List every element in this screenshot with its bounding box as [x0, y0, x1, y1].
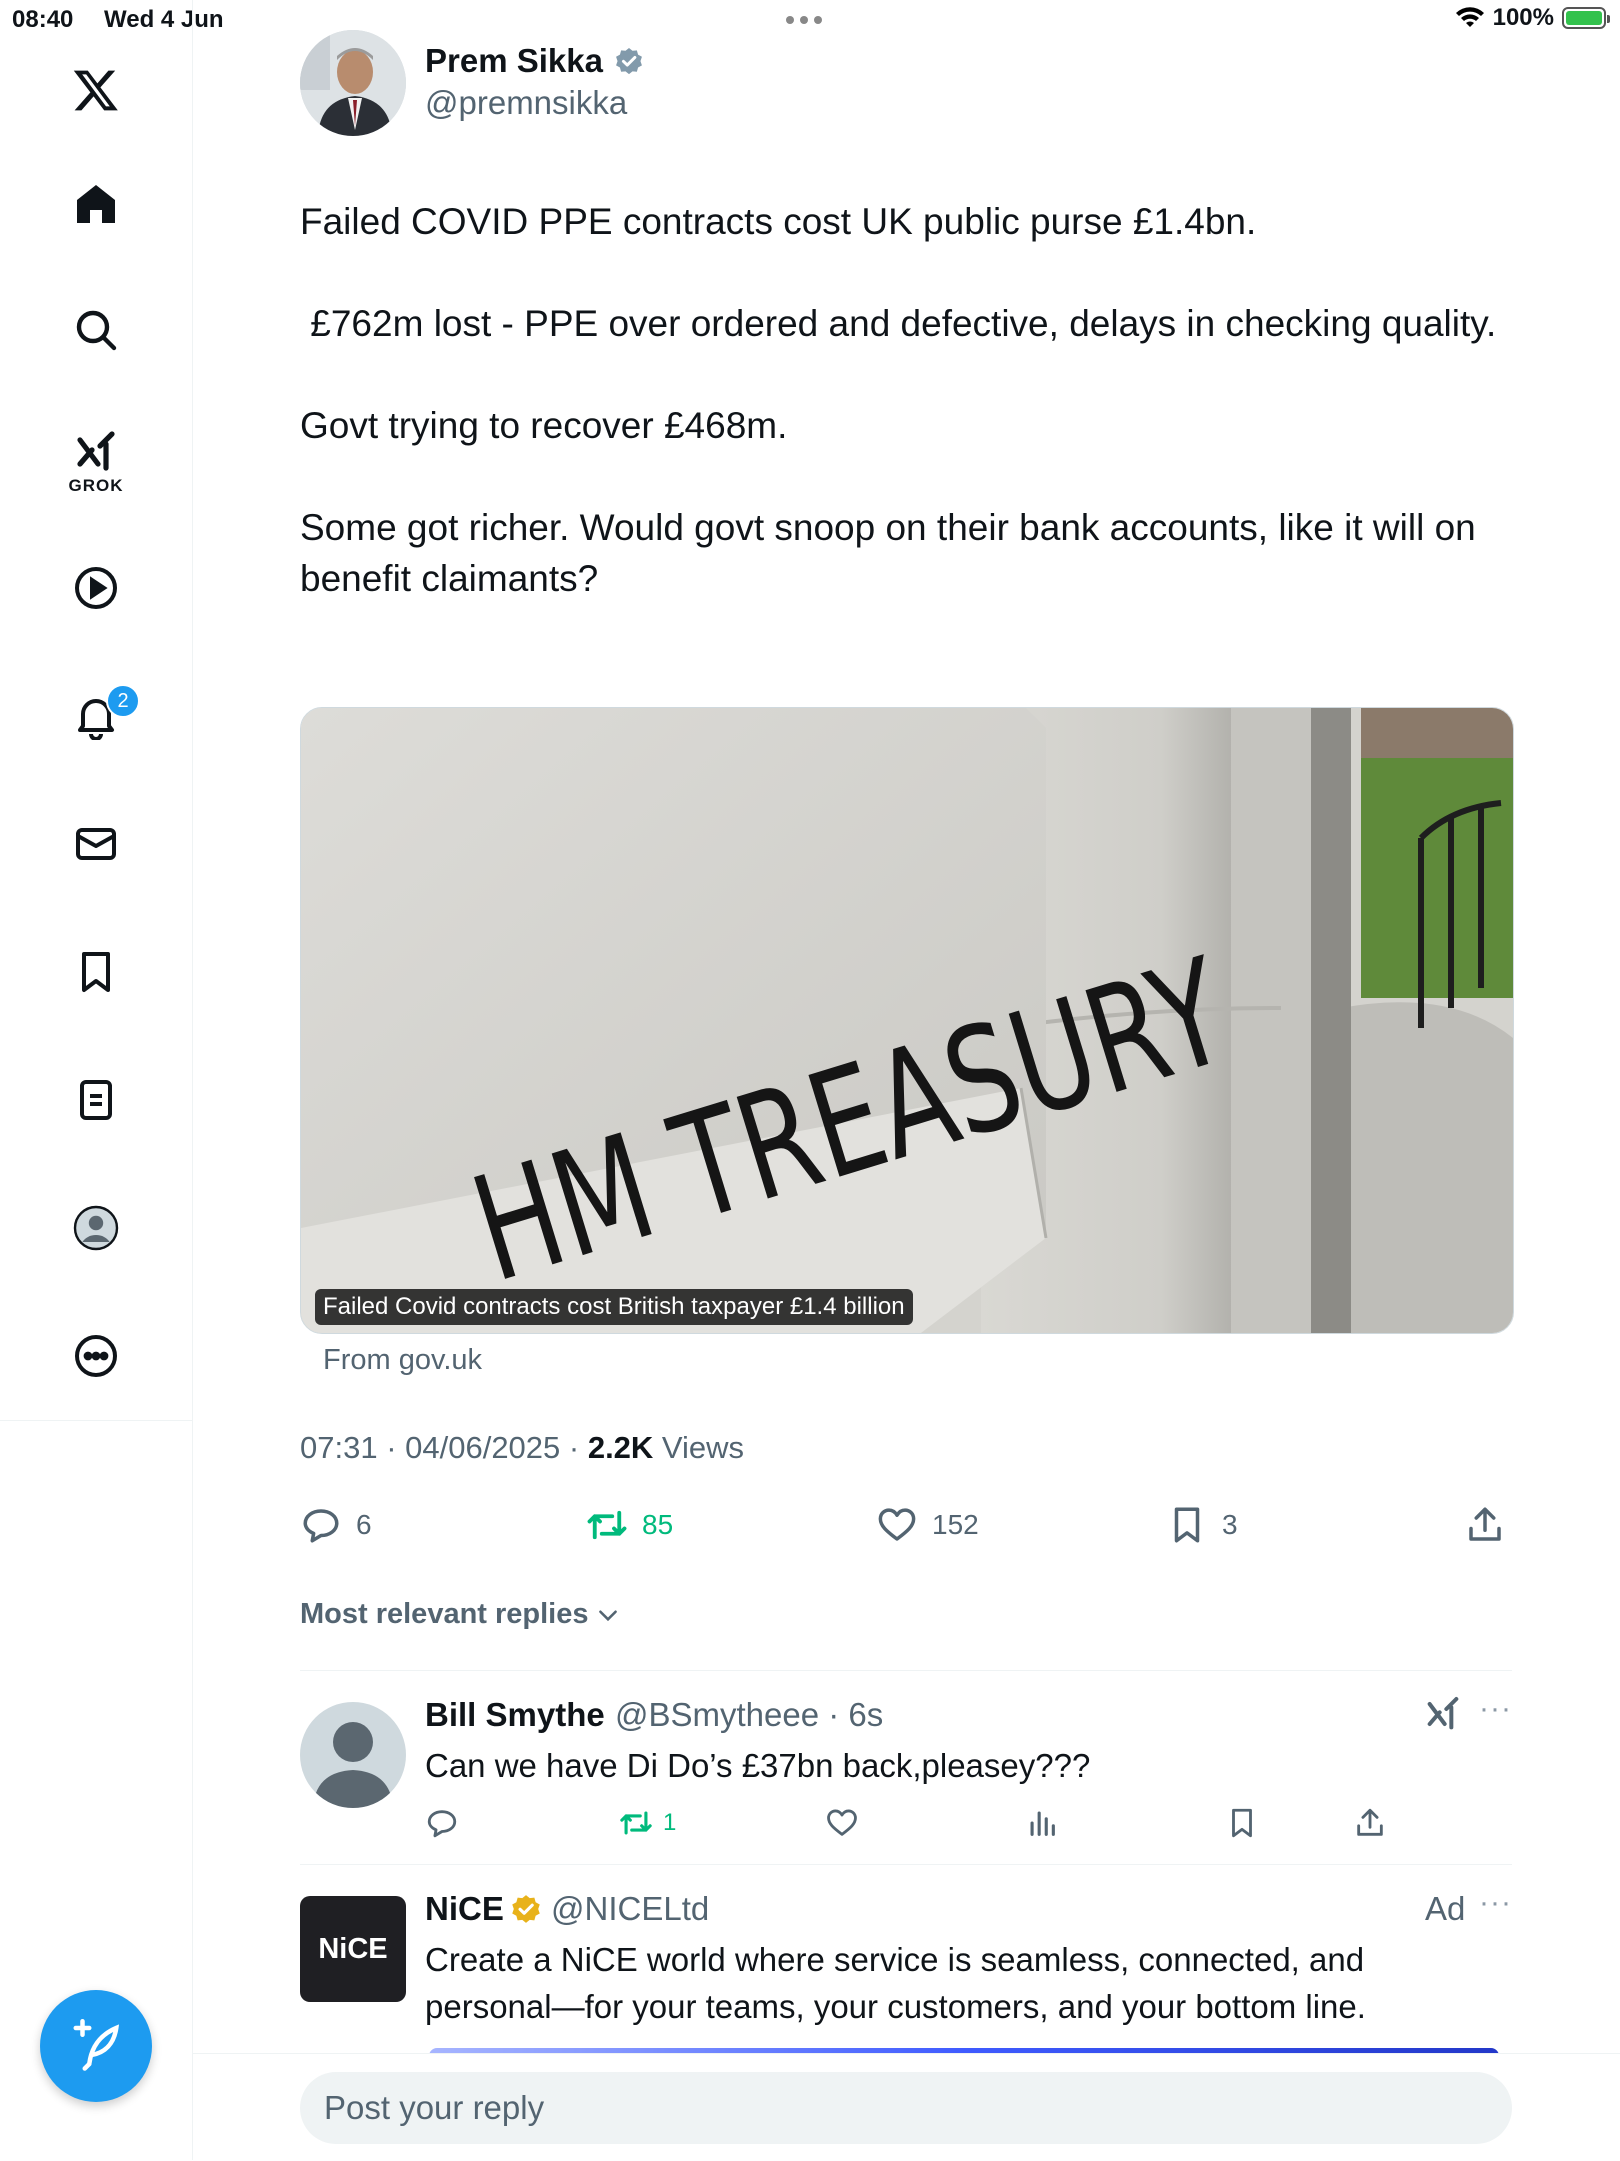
tweet-paragraph: £762m lost - PPE over ordered and defect…	[300, 303, 1497, 344]
tweet-meta: 07:31 · 04/06/2025 · 2.2K Views	[300, 1430, 744, 1466]
author-avatar[interactable]	[300, 30, 406, 136]
reply-more-icon[interactable]: ···	[1479, 1692, 1512, 1726]
tweet-text: Failed COVID PPE contracts cost UK publi…	[300, 196, 1540, 604]
tweet-paragraph: Some got richer. Would govt snoop on the…	[300, 507, 1487, 599]
tweet-detail: Prem Sikka @premnsikka Failed COVID PPE …	[193, 0, 1620, 2161]
ad-handle[interactable]: @NICELtd	[551, 1890, 709, 1928]
heart-icon	[827, 1809, 857, 1836]
like-button[interactable]: 152	[876, 1504, 979, 1546]
share-icon	[1469, 1507, 1501, 1541]
gold-verified-badge-icon	[512, 1895, 540, 1923]
reply-composer-bar	[193, 2053, 1620, 2161]
reply-button[interactable]: 6	[300, 1504, 372, 1546]
reply-repost-button[interactable]: 1	[619, 1806, 676, 1840]
notifications-badge: 2	[106, 684, 140, 718]
views-label: Views	[653, 1430, 745, 1465]
share-button[interactable]	[1464, 1504, 1506, 1546]
tweet-actions: 6 85 152 3	[300, 1504, 1512, 1554]
search-icon[interactable]	[54, 288, 138, 372]
analytics-icon	[1030, 1811, 1055, 1836]
reply-reply-button[interactable]	[425, 1806, 459, 1840]
reply-count: 6	[356, 1509, 372, 1540]
reply-repost-count: 1	[663, 1809, 677, 1836]
card-source[interactable]: From gov.uk	[323, 1344, 482, 1377]
author-handle[interactable]: @premnsikka	[425, 84, 627, 122]
reply-like-button[interactable]	[825, 1806, 859, 1840]
reply-icon	[427, 1810, 457, 1838]
grok-explain-icon[interactable]	[1423, 1694, 1463, 1734]
repost-icon	[620, 1811, 652, 1835]
replies-sort-dropdown[interactable]: Most relevant replies	[300, 1598, 621, 1631]
reply-text: Can we have Di Do’s £37bn back,pleasey??…	[425, 1747, 1091, 1784]
reply-actions: 1	[425, 1806, 1465, 1846]
sidebar: GROK 2	[0, 0, 193, 2160]
repost-count: 85	[642, 1509, 674, 1540]
hm-treasury-photo: HM TREASURY	[301, 708, 1513, 1333]
like-count: 152	[932, 1509, 979, 1540]
compose-post-button[interactable]	[40, 1990, 152, 2102]
ad-more-icon[interactable]: ···	[1479, 1886, 1512, 1920]
sidebar-divider	[0, 1420, 192, 1421]
tweet-timestamp[interactable]: 07:31 · 04/06/2025 ·	[300, 1430, 588, 1465]
reply-handle-time[interactable]: @BSmytheee · 6s	[615, 1696, 883, 1734]
home-icon[interactable]	[54, 162, 138, 246]
tweet-paragraph: Failed COVID PPE contracts cost UK publi…	[300, 201, 1257, 242]
messages-envelope-icon[interactable]	[54, 802, 138, 886]
chevron-down-icon	[598, 1609, 617, 1621]
video-play-icon[interactable]	[54, 546, 138, 630]
more-options-icon[interactable]	[54, 1314, 138, 1398]
tweet-paragraph: Govt trying to recover £468m.	[300, 405, 788, 446]
reply-avatar[interactable]	[300, 1702, 406, 1808]
repost-button[interactable]: 85	[586, 1504, 673, 1546]
compose-feather-icon	[73, 2019, 120, 2071]
reply-views-button[interactable]	[1025, 1806, 1059, 1840]
profile-avatar-icon[interactable]	[54, 1186, 138, 1270]
heart-icon	[878, 1508, 916, 1541]
author-name[interactable]: Prem Sikka	[425, 42, 603, 80]
ad-text: Create a NiCE world where service is sea…	[425, 1941, 1366, 2025]
link-card[interactable]: HM TREASURY Failed Covid contracts cost …	[300, 707, 1514, 1334]
reply-icon	[303, 1509, 339, 1543]
reply-author-name[interactable]: Bill Smythe	[425, 1696, 605, 1734]
divider	[300, 1670, 1512, 1671]
bookmark-icon	[1232, 1808, 1252, 1838]
ad-logo[interactable]: NiCE	[300, 1896, 406, 2002]
bookmarks-icon[interactable]	[54, 930, 138, 1014]
ad-author-name[interactable]: NiCE	[425, 1890, 504, 1928]
reply-share-button[interactable]	[1353, 1806, 1387, 1840]
repost-icon	[587, 1510, 627, 1540]
reply-bookmark-button[interactable]	[1225, 1806, 1259, 1840]
bookmark-icon	[1174, 1507, 1200, 1543]
share-icon	[1357, 1808, 1383, 1836]
grok-label: GROK	[68, 476, 124, 495]
replies-sort-label: Most relevant replies	[300, 1598, 589, 1630]
post-reply-input[interactable]	[300, 2072, 1512, 2144]
verified-badge-icon	[616, 48, 642, 75]
divider	[300, 1864, 1512, 1865]
views-count: 2.2K	[587, 1430, 654, 1465]
ad-label: Ad	[1425, 1890, 1466, 1927]
x-logo-icon[interactable]	[54, 48, 138, 132]
bookmark-button[interactable]: 3	[1166, 1504, 1238, 1546]
lists-icon[interactable]	[54, 1058, 138, 1142]
bookmark-count: 3	[1222, 1509, 1238, 1540]
card-caption: Failed Covid contracts cost British taxp…	[315, 1289, 913, 1325]
